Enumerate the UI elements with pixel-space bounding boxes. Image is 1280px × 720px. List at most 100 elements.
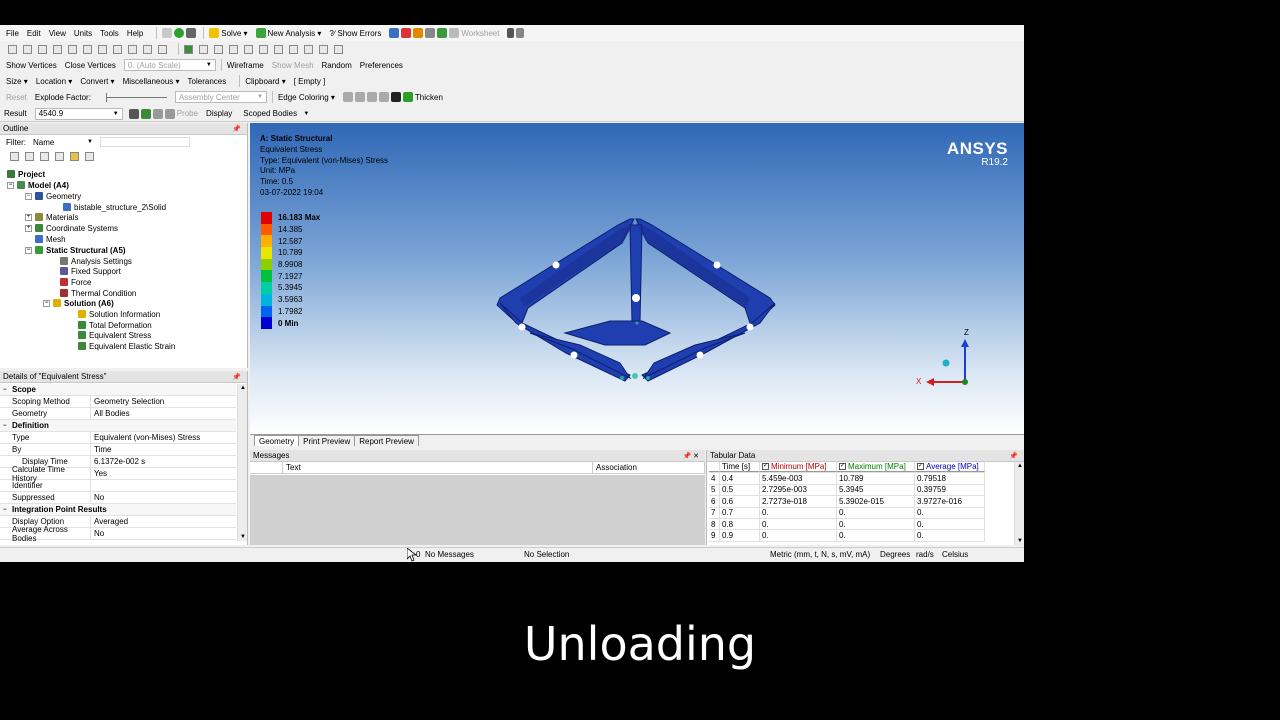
menu-units[interactable]: Units: [74, 29, 92, 38]
expand-icon[interactable]: [40, 151, 49, 161]
contour-icon[interactable]: [128, 108, 139, 119]
tree-item-coordinate-systems[interactable]: + Coordinate Systems: [25, 223, 118, 233]
fit-icon[interactable]: [244, 44, 253, 54]
select-icon[interactable]: [8, 44, 17, 54]
tree-item-fixed-support[interactable]: Fixed Support: [60, 266, 121, 276]
tree-item-total-deformation[interactable]: Total Deformation: [78, 320, 152, 330]
tabular-column-header[interactable]: ✓ Minimum [MPa]: [760, 462, 837, 473]
menu-tools[interactable]: Tools: [100, 29, 119, 38]
reset-button[interactable]: Reset: [6, 93, 27, 102]
select-vertex-icon[interactable]: [23, 44, 32, 54]
tree-item-solution-information[interactable]: Solution Information: [78, 309, 160, 319]
tree-item-project[interactable]: Project: [7, 169, 45, 179]
details-value[interactable]: Time: [91, 444, 236, 455]
edges-icon[interactable]: [140, 108, 151, 119]
filter-combo[interactable]: Name ▼: [30, 136, 96, 148]
collapse-toggle-icon[interactable]: −: [25, 246, 32, 254]
pin-icon[interactable]: 📌: [232, 373, 241, 381]
tab-print-preview[interactable]: Print Preview: [298, 435, 356, 446]
tab-report-preview[interactable]: Report Preview: [354, 435, 419, 446]
edge-direction-icon[interactable]: [390, 92, 401, 102]
element-select-icon[interactable]: [158, 44, 167, 54]
tree-item-solid[interactable]: bistable_structure_2\Solid: [63, 202, 166, 212]
set-view-icon[interactable]: [319, 44, 328, 54]
expand-all-icon[interactable]: [55, 151, 64, 161]
location-button[interactable]: Location ▾: [36, 77, 73, 86]
scroll-up-icon[interactable]: ▲: [238, 384, 248, 392]
collapse-toggle-icon[interactable]: −: [25, 192, 32, 200]
tree-item-analysis-settings[interactable]: Analysis Settings: [60, 256, 132, 266]
table-icon[interactable]: [389, 28, 400, 38]
explode-factor-slider[interactable]: [105, 92, 167, 102]
edge-style-icon[interactable]: [342, 92, 353, 102]
check-icon[interactable]: [174, 28, 185, 38]
tabular-column-header[interactable]: ✓ Average [MPa]: [915, 462, 985, 473]
table-row[interactable]: 7 0.7 0. 0. 0.: [709, 507, 985, 519]
collapse-toggle-icon[interactable]: −: [3, 423, 7, 429]
new-analysis-button[interactable]: New Analysis ▾: [255, 28, 321, 38]
collapse-toggle-icon[interactable]: −: [7, 181, 14, 189]
tree-item-equivalent-elastic-strain[interactable]: Equivalent Elastic Strain: [78, 341, 175, 351]
probe-button[interactable]: Probe: [177, 109, 198, 118]
status-units[interactable]: Metric (mm, t, N, s, mV, mA): [770, 550, 870, 559]
iso-ball[interactable]: [942, 359, 950, 367]
scroll-down-icon[interactable]: ▼: [238, 533, 248, 541]
column-visible-checkbox[interactable]: ✓: [762, 463, 769, 471]
table-row[interactable]: 8 0.8 0. 0. 0.: [709, 518, 985, 531]
worksheet-button[interactable]: Worksheet: [449, 28, 499, 38]
export-icon[interactable]: [437, 28, 448, 38]
tree-item-geometry[interactable]: − Geometry: [25, 191, 81, 201]
tabular-scrollbar[interactable]: ▲ ▼: [1014, 462, 1024, 545]
collapse-toggle-icon[interactable]: −: [3, 387, 7, 393]
tree-item-static-structural[interactable]: − Static Structural (A5): [25, 245, 126, 255]
wireframe-button[interactable]: Wireframe: [227, 61, 264, 70]
tabular-column-header[interactable]: ✓ Maximum [MPa]: [837, 462, 915, 473]
details-value[interactable]: [91, 480, 236, 491]
chart-icon[interactable]: [401, 28, 412, 38]
result-scale-combo[interactable]: 4540.9 ▼: [34, 107, 123, 120]
details-value[interactable]: No: [91, 528, 236, 539]
filter-input[interactable]: [100, 137, 190, 147]
thicken-button[interactable]: Thicken: [415, 93, 443, 102]
magnify-icon[interactable]: [259, 44, 268, 54]
show-errors-button[interactable]: ?∕ Show Errors: [329, 29, 381, 38]
mesh-select-icon[interactable]: [128, 44, 137, 54]
show-mesh-button[interactable]: Show Mesh: [272, 61, 314, 70]
box-select-icon[interactable]: [98, 44, 107, 54]
column-visible-checkbox[interactable]: ✓: [917, 463, 924, 471]
collapse-icon[interactable]: [25, 151, 34, 161]
extend-icon[interactable]: [83, 44, 92, 54]
pin-icon[interactable]: 📌: [232, 125, 241, 133]
table-row[interactable]: 9 0.9 0. 0. 0.: [709, 530, 985, 542]
tree-item-equivalent-stress[interactable]: Equivalent Stress: [78, 330, 151, 340]
status-messages[interactable]: No Messages: [425, 550, 474, 559]
status-rotational-velocity[interactable]: rad/s: [916, 550, 934, 559]
random-colors-button[interactable]: Random: [322, 61, 352, 70]
details-row[interactable]: Calculate Time History Yes: [0, 465, 236, 483]
max-min-icon[interactable]: [164, 108, 175, 119]
menu-help[interactable]: Help: [127, 29, 143, 38]
details-value[interactable]: No: [91, 492, 236, 503]
clipboard-button[interactable]: Clipboard ▾: [245, 77, 286, 86]
solve-button[interactable]: Solve ▾: [209, 28, 248, 38]
tree-item-force[interactable]: Force: [60, 277, 91, 287]
tabular-column-header[interactable]: Time [s]: [720, 462, 760, 473]
details-value[interactable]: Averaged: [91, 516, 236, 527]
tree-item-model[interactable]: − Model (A4): [7, 180, 69, 190]
thicken-icon[interactable]: [402, 92, 413, 102]
previous-view-icon[interactable]: [274, 44, 283, 54]
assembly-center-combo[interactable]: Assembly Center ▼: [174, 91, 267, 103]
details-section[interactable]: − Integration Point Results: [0, 504, 236, 516]
tab-geometry[interactable]: Geometry: [254, 435, 300, 446]
new-icon[interactable]: [162, 28, 173, 38]
tree-item-materials[interactable]: + Materials: [25, 212, 78, 222]
table-row[interactable]: 4 0.4 5.459e-003 10.789 0.79518: [709, 473, 985, 485]
tree-item-thermal-condition[interactable]: Thermal Condition: [60, 288, 136, 298]
pan-icon[interactable]: [199, 44, 208, 54]
show-vertices-button[interactable]: Show Vertices: [6, 61, 57, 70]
details-row[interactable]: By Time: [0, 444, 236, 456]
zoom-icon[interactable]: [214, 44, 223, 54]
pin-icon[interactable]: 📌: [1009, 452, 1018, 460]
details-value[interactable]: Yes: [91, 468, 236, 479]
expand-toggle-icon[interactable]: +: [25, 213, 32, 221]
